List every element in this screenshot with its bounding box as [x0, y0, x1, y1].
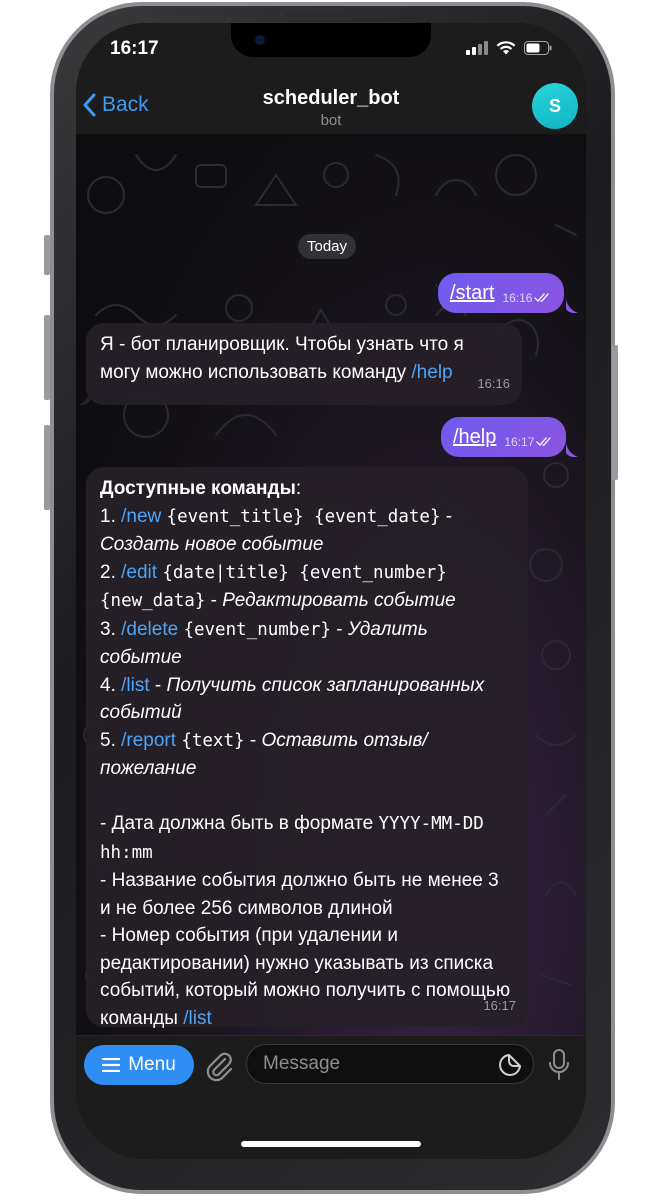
battery-icon	[524, 41, 552, 55]
item-number: 1.	[100, 505, 122, 527]
note-event-number: - Номер события (при удалении и редактир…	[100, 922, 514, 1032]
item-dash: -	[440, 505, 453, 527]
list-item: 1. /new {event_title} {event_date} - Соз…	[100, 503, 514, 559]
volume-up-button	[44, 315, 50, 400]
item-dash: -	[244, 729, 262, 751]
status-icons	[466, 41, 552, 55]
speaker-grill	[285, 11, 375, 17]
list-item: 5. /report {text} - Оставить отзыв/пожел…	[100, 727, 514, 783]
chat-subtitle: bot	[320, 112, 342, 129]
command-link[interactable]: /list	[121, 675, 150, 696]
command-link[interactable]: /new	[121, 506, 161, 527]
list-item: 2. /edit {date|title} {event_number} {ne…	[100, 559, 514, 616]
item-number: 3.	[100, 618, 122, 640]
message-time: 16:16	[502, 291, 533, 305]
note-text: - Номер события (при удалении и редактир…	[100, 925, 511, 1029]
command-args: {text}	[181, 730, 245, 751]
microphone-icon[interactable]	[548, 1049, 570, 1081]
incoming-message-bubble: Доступные команды: 1. /new {event_title}…	[86, 467, 528, 1029]
double-check-icon	[534, 293, 550, 303]
command-link[interactable]: /delete	[121, 619, 178, 640]
message-time: 16:17	[504, 435, 535, 449]
command-link[interactable]: /report	[121, 730, 176, 751]
message-text: Я - бот планировщик. Чтобы узнать что я …	[100, 334, 464, 383]
bubble-tail	[566, 299, 578, 313]
item-number: 5.	[100, 729, 122, 751]
message-input[interactable]	[246, 1044, 534, 1084]
notch	[231, 23, 431, 57]
item-number: 2.	[100, 561, 122, 583]
item-dash: -	[149, 674, 167, 696]
help-heading: Доступные команды:	[100, 475, 514, 503]
input-bar: Menu	[76, 1035, 586, 1159]
signal-icon	[466, 41, 488, 55]
command-description: Создать новое событие	[100, 534, 324, 555]
menu-lines-icon	[102, 1058, 121, 1072]
paperclip-icon[interactable]	[204, 1050, 234, 1082]
volume-down-button	[44, 425, 50, 510]
message-meta: 16:17	[504, 435, 554, 449]
front-camera	[255, 35, 265, 45]
sticker-icon[interactable]	[498, 1053, 522, 1077]
chat-header: Back scheduler_bot bot S	[76, 83, 586, 135]
outgoing-message-bubble[interactable]: /help 16:17	[441, 417, 567, 457]
command-link[interactable]: /list	[183, 1008, 212, 1029]
home-indicator[interactable]	[241, 1141, 421, 1147]
chat-title[interactable]: scheduler_bot	[76, 87, 586, 110]
command-link[interactable]: /help	[411, 362, 452, 383]
note-text: - Дата должна быть в формате	[100, 813, 379, 834]
command-args: {event_number}	[183, 619, 331, 640]
menu-label: Menu	[128, 1054, 176, 1075]
bubble-tail	[566, 443, 578, 457]
help-heading-colon: :	[295, 478, 302, 499]
bot-avatar[interactable]: S	[532, 83, 578, 129]
list-item: 3. /delete {event_number} - Удалить собы…	[100, 616, 514, 672]
item-dash: -	[330, 618, 348, 640]
message-time: 16:17	[483, 997, 516, 1013]
wifi-icon	[496, 41, 516, 55]
command-description: Редактировать событие	[222, 590, 456, 611]
command-link[interactable]: /edit	[121, 562, 157, 583]
status-time: 16:17	[110, 38, 159, 59]
incoming-message-bubble: Я - бот планировщик. Чтобы узнать что я …	[86, 323, 522, 405]
message-time: 16:16	[477, 375, 510, 391]
note-title-length: - Название события должно быть не менее …	[100, 870, 499, 919]
item-number: 4.	[100, 674, 122, 696]
command-link[interactable]: /help	[453, 426, 496, 449]
item-dash: -	[205, 590, 223, 611]
note-date-format: - Дата должна быть в формате YYYY-MM-DD …	[100, 810, 514, 867]
double-check-icon	[536, 437, 552, 447]
command-args: {event_title} {event_date}	[166, 506, 441, 527]
message-meta: 16:16	[502, 291, 552, 305]
list-item: 4. /list - Получить список запланированн…	[100, 672, 514, 727]
menu-button[interactable]: Menu	[84, 1045, 194, 1085]
phone-screen: 16:17 Back scheduler_bot bot S Today /st…	[76, 23, 586, 1159]
mute-switch	[44, 235, 50, 275]
power-button	[612, 345, 618, 480]
command-link[interactable]: /start	[450, 282, 494, 305]
date-divider: Today	[298, 234, 357, 259]
outgoing-message-bubble[interactable]: /start 16:16	[438, 273, 565, 313]
help-heading-text: Доступные команды	[100, 478, 296, 499]
